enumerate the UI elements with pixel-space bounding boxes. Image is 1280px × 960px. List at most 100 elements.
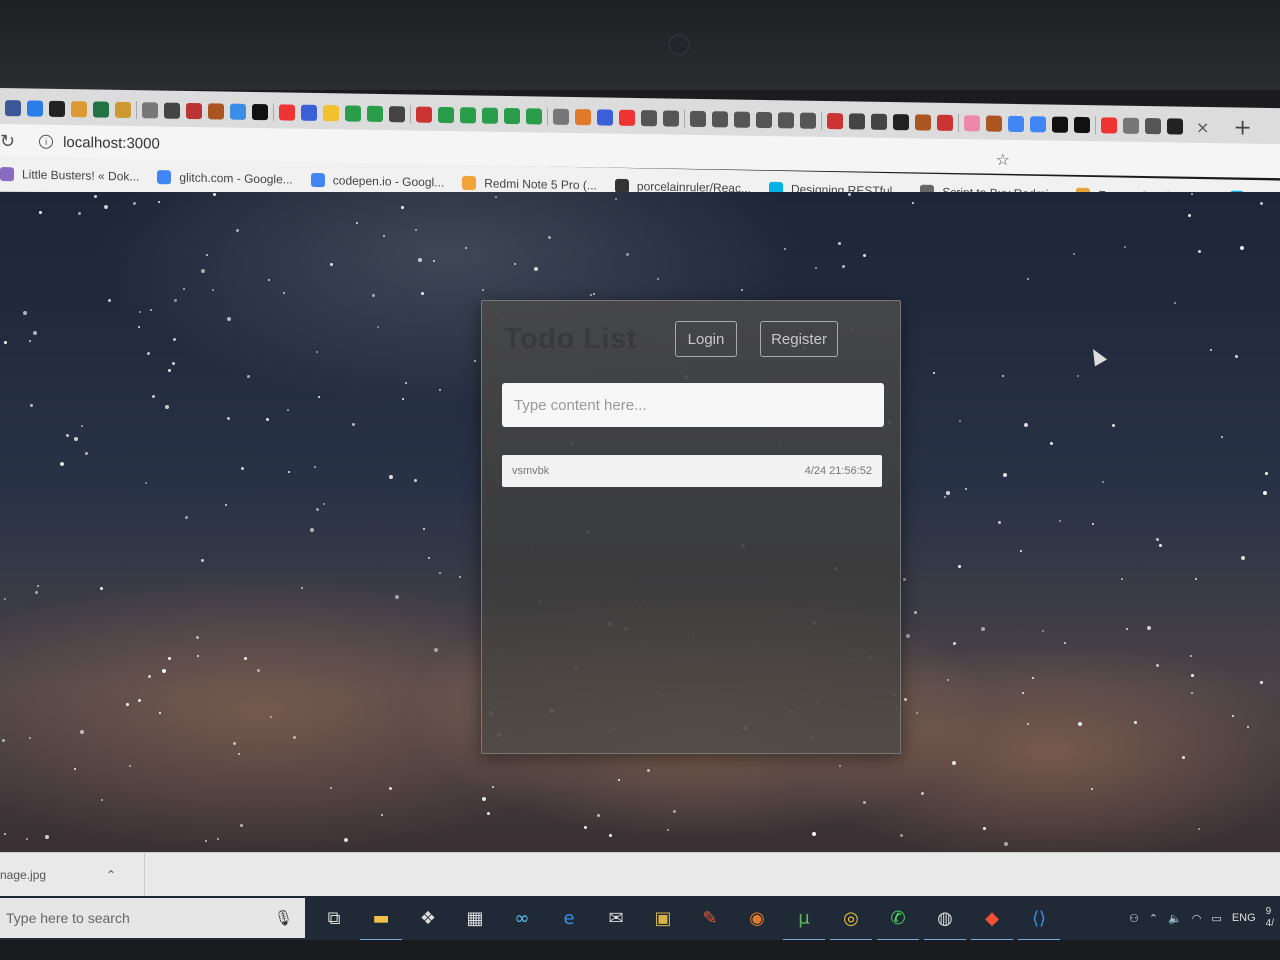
edge-icon[interactable]: e <box>554 903 584 933</box>
notion-icon[interactable] <box>252 103 268 121</box>
bars-icon[interactable] <box>1145 117 1161 135</box>
list-icon[interactable] <box>690 110 706 128</box>
dropbox-icon[interactable]: ❖ <box>413 903 443 933</box>
excel-icon[interactable] <box>93 101 109 118</box>
github-icon[interactable] <box>49 100 65 118</box>
task-view-icon[interactable]: ⧉ <box>319 903 349 933</box>
taskbar-search[interactable]: Type here to search 🎙 <box>0 898 305 938</box>
taskbar-search-text[interactable]: Type here to search <box>6 910 130 926</box>
todo-item[interactable]: vsmvbk 4/24 21:56:52 <box>502 455 882 487</box>
ninja-icon[interactable] <box>186 102 202 120</box>
notion-icon[interactable] <box>1052 116 1068 133</box>
doc-icon[interactable] <box>1123 117 1139 134</box>
star-dot <box>615 198 617 200</box>
circle-icon[interactable] <box>597 109 613 126</box>
microphone-icon[interactable]: 🎙 <box>274 909 293 927</box>
google-icon[interactable] <box>1030 116 1046 133</box>
bookmark-icon[interactable] <box>115 101 131 119</box>
media-icon[interactable]: ◉ <box>742 903 772 933</box>
list-icon[interactable] <box>778 112 794 129</box>
dg-icon[interactable] <box>482 107 498 124</box>
bookmark-item[interactable]: glitch.com - Google... <box>157 169 293 186</box>
info-icon[interactable]: i <box>39 134 54 149</box>
kanji-icon[interactable] <box>389 106 405 123</box>
doc-icon[interactable] <box>553 108 569 125</box>
chevron-up-icon[interactable]: ⌃ <box>1149 912 1158 925</box>
star-dot <box>958 565 961 568</box>
vscode-icon[interactable]: ⟨⟩ <box>1018 903 1060 941</box>
doc-icon[interactable] <box>142 102 158 119</box>
close-icon[interactable]: × <box>1196 117 1209 136</box>
pocket-icon[interactable] <box>71 101 87 118</box>
dg-icon[interactable] <box>367 105 383 123</box>
circle-icon[interactable] <box>301 104 317 121</box>
python-icon[interactable] <box>323 105 339 122</box>
medium-icon[interactable] <box>1074 116 1090 134</box>
google-icon[interactable] <box>1008 115 1024 133</box>
chrome-icon[interactable]: ◎ <box>830 903 872 941</box>
kanji-icon[interactable] <box>164 102 180 119</box>
ninja-icon[interactable] <box>986 115 1002 132</box>
pen-icon[interactable]: ✎ <box>695 903 725 933</box>
u-icon[interactable] <box>416 106 432 123</box>
bookmark-item[interactable]: codepen.io - Googl... <box>310 172 444 189</box>
battery-icon[interactable]: ▭ <box>1211 912 1221 925</box>
ninja-icon[interactable] <box>208 103 224 120</box>
list-icon[interactable] <box>734 111 750 128</box>
star-dot <box>356 222 358 224</box>
opera-icon[interactable] <box>279 104 295 121</box>
clock[interactable]: 9 4/ <box>1266 906 1274 930</box>
people-icon[interactable]: ⚇ <box>1129 912 1139 925</box>
ninja-icon[interactable] <box>915 114 931 131</box>
login-button[interactable]: Login <box>675 321 737 357</box>
list-icon[interactable] <box>800 112 816 129</box>
list-icon[interactable] <box>756 111 772 129</box>
dg-icon[interactable] <box>438 106 454 124</box>
package-icon[interactable]: ▣ <box>648 903 678 933</box>
home-icon[interactable] <box>575 109 591 126</box>
dg-icon[interactable] <box>345 105 361 122</box>
opera-icon[interactable] <box>619 109 635 126</box>
infinity-icon[interactable] <box>5 100 21 117</box>
download-item[interactable]: nage.jpg ⌃ <box>0 852 145 897</box>
opera-icon[interactable] <box>1101 117 1117 134</box>
list-icon[interactable] <box>663 110 679 127</box>
chevron-up-icon[interactable]: ⌃ <box>106 868 116 882</box>
store-icon[interactable]: ▦ <box>460 903 490 933</box>
reload-icon[interactable]: ↻ <box>0 131 15 152</box>
new-tab-icon[interactable]: + <box>1233 115 1251 140</box>
edge-icon[interactable] <box>27 100 43 117</box>
mail-icon[interactable]: ✉ <box>601 903 631 933</box>
bookmark-item[interactable]: Redmi Note 5 Pro (... <box>462 175 597 192</box>
amazon-icon[interactable] <box>893 114 909 131</box>
wifi-icon[interactable]: ◠ <box>1192 912 1202 925</box>
register-button[interactable]: Register <box>760 321 838 357</box>
infinity-icon[interactable]: ∞ <box>507 903 537 933</box>
git-icon[interactable]: ◆ <box>971 903 1013 941</box>
language-indicator[interactable]: ENG <box>1232 912 1256 924</box>
bookmark-item[interactable]: Little Busters! « Dok... <box>0 166 139 183</box>
tab-divider <box>821 111 822 130</box>
kanji-icon[interactable] <box>849 113 865 130</box>
url-text[interactable]: localhost:3000 <box>63 133 160 152</box>
dg-icon[interactable] <box>526 108 542 125</box>
file-explorer-icon[interactable]: ▬ <box>360 903 402 941</box>
list-icon[interactable] <box>641 110 657 127</box>
pink-icon[interactable] <box>964 115 980 132</box>
github-icon[interactable] <box>1167 118 1183 135</box>
stripe-icon[interactable] <box>937 114 953 131</box>
dg-icon[interactable] <box>504 107 520 125</box>
kanji-icon[interactable] <box>871 113 887 130</box>
dg-icon[interactable] <box>460 107 476 124</box>
list-icon[interactable] <box>712 111 728 128</box>
whatsapp-icon[interactable]: ✆ <box>877 903 919 941</box>
star-dot <box>129 765 131 767</box>
bookmark-star-icon[interactable]: ☆ <box>996 150 1010 169</box>
obs-icon[interactable]: ◍ <box>924 903 966 941</box>
shield-icon[interactable] <box>827 112 843 130</box>
mm-icon[interactable] <box>230 103 246 120</box>
utorrent-icon[interactable]: μ <box>783 903 825 941</box>
content-input[interactable] <box>502 383 884 427</box>
star-dot <box>205 840 207 842</box>
volume-icon[interactable]: 🔈 <box>1168 912 1182 925</box>
